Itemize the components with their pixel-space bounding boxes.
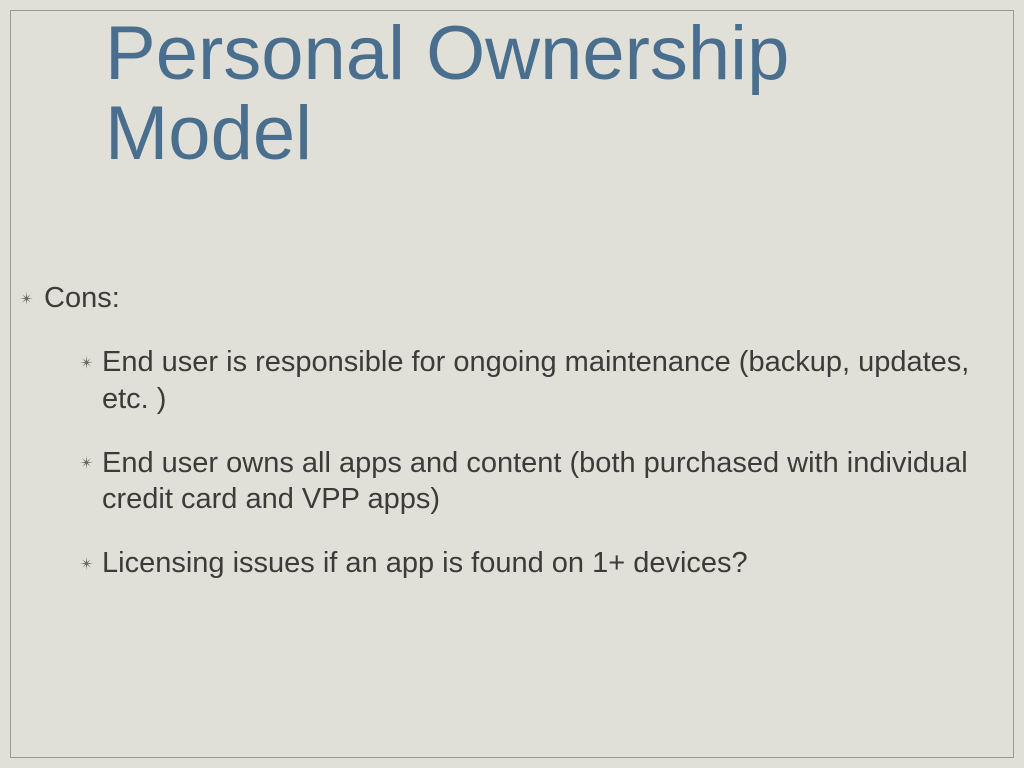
list-item-text: End user is responsible for ongoing main…	[102, 344, 984, 417]
starburst-icon	[80, 557, 93, 570]
starburst-icon	[20, 292, 33, 305]
list-item: End user is responsible for ongoing main…	[18, 344, 984, 417]
list-item: Cons:	[18, 280, 984, 316]
list-item: Licensing issues if an app is found on 1…	[18, 545, 984, 581]
list-item-text: Licensing issues if an app is found on 1…	[102, 545, 984, 581]
slide: Personal Ownership Model Cons:	[0, 0, 1024, 768]
slide-title: Personal Ownership Model	[105, 14, 984, 174]
starburst-icon	[80, 356, 93, 369]
starburst-icon	[80, 456, 93, 469]
slide-body: Cons: End user is responsible for ongoin…	[18, 280, 984, 610]
list-item-text: Cons:	[44, 280, 984, 316]
list-item: End user owns all apps and content (both…	[18, 445, 984, 518]
list-item-text: End user owns all apps and content (both…	[102, 445, 984, 518]
